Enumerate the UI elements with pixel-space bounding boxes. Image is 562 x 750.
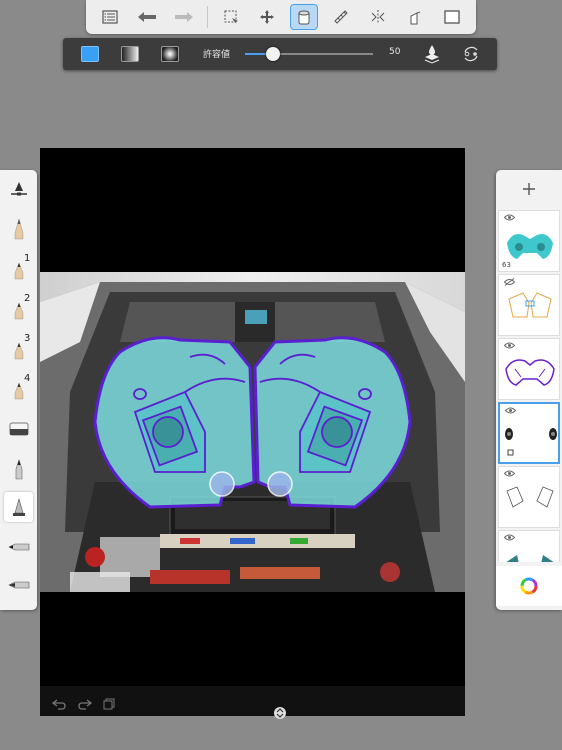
canvas-footer-bar (40, 686, 465, 716)
canvas-handle-icon[interactable] (273, 705, 287, 724)
transform-icon[interactable] (253, 4, 281, 30)
redo-icon[interactable] (170, 4, 198, 30)
layer-thumb-3[interactable] (498, 338, 560, 400)
brush-number: 4 (24, 373, 31, 384)
airbrush-icon[interactable] (4, 492, 33, 522)
tolerance-value: 50 (389, 47, 401, 57)
pencil-1-icon[interactable]: 1 (4, 253, 33, 284)
brush-number: 1 (24, 253, 31, 264)
undo-small-icon[interactable] (51, 695, 66, 714)
pencil-3-icon[interactable]: 3 (4, 333, 33, 364)
tolerance-slider[interactable] (245, 47, 373, 61)
ruler-icon[interactable] (327, 4, 355, 30)
marker-icon[interactable] (4, 454, 33, 484)
layer-thumb-5[interactable] (498, 466, 560, 528)
drawing-canvas[interactable] (40, 148, 465, 716)
toolbar-divider (206, 6, 208, 28)
fill-icon[interactable] (290, 4, 319, 30)
brush-palette: 1 2 3 4 (0, 170, 37, 610)
pencil-icon[interactable] (4, 214, 33, 244)
tolerance-label: 許容値 (203, 50, 231, 60)
fullscreen-icon[interactable] (438, 4, 466, 30)
add-layer-icon[interactable] (496, 170, 562, 208)
pencil-4-icon[interactable]: 4 (4, 373, 33, 404)
redo-small-icon[interactable] (78, 695, 93, 714)
copy-small-icon[interactable] (103, 695, 115, 714)
layer-thumb-4[interactable] (498, 402, 560, 464)
eraser-icon[interactable] (4, 414, 33, 444)
layer-label: 63 (502, 261, 511, 269)
car-trunk-photo-layer (40, 272, 465, 592)
symmetry-icon[interactable] (364, 4, 392, 30)
solid-fill-option[interactable] (81, 46, 99, 62)
top-toolbar (86, 0, 476, 34)
color-wheel-icon[interactable] (496, 566, 562, 606)
layer-list-icon[interactable] (96, 4, 124, 30)
brush-number: 3 (24, 333, 31, 344)
layer-panel: 63 (496, 170, 562, 610)
layer-thumb-2[interactable] (498, 274, 560, 336)
layer-list: 63 (496, 210, 562, 562)
radial-gradient-option[interactable] (161, 46, 179, 62)
slider-knob[interactable] (266, 47, 281, 61)
eye-icon[interactable] (504, 534, 515, 541)
swap-mode-icon[interactable] (461, 44, 481, 68)
selection-icon[interactable] (217, 4, 245, 30)
inking-pen-icon[interactable] (4, 532, 33, 562)
linear-gradient-option[interactable] (121, 46, 139, 62)
brush-number: 2 (24, 293, 31, 304)
layer-thumb-1[interactable]: 63 (498, 210, 560, 272)
fill-options-bar: 許容値 50 (63, 38, 497, 70)
undo-icon[interactable] (133, 4, 161, 30)
brush-properties-icon[interactable] (4, 175, 33, 205)
pencil-2-icon[interactable]: 2 (4, 293, 33, 324)
sample-layers-icon[interactable] (423, 44, 441, 68)
layer-thumb-6[interactable] (498, 530, 560, 562)
paint-brush-icon[interactable] (4, 570, 33, 600)
perspective-icon[interactable] (401, 4, 429, 30)
